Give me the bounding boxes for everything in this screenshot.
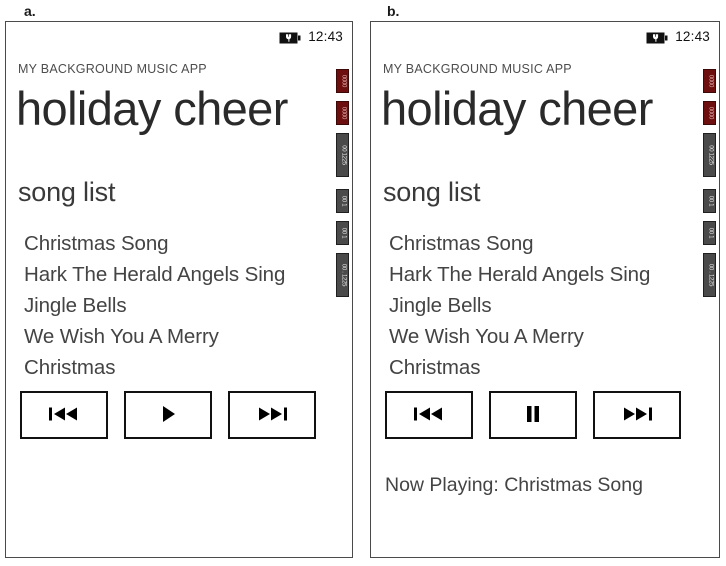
panel-label-b: b. [387, 3, 400, 19]
annotation-marker: 00 1 [703, 221, 716, 245]
annotation-marker: 00 . 1225 [336, 253, 349, 297]
next-track-button[interactable] [593, 391, 681, 439]
annotation-marker: 00 1 [336, 221, 349, 245]
page-title: holiday cheer [16, 82, 288, 135]
annotation-marker: 00 1 [336, 189, 349, 213]
list-item[interactable]: Hark The Herald Angels Sing [24, 259, 324, 290]
skip-previous-icon [412, 406, 446, 425]
list-item[interactable]: Jingle Bells [389, 290, 689, 321]
status-bar-clock: 12:43 [675, 29, 710, 45]
annotation-marker: 00 . 1225 [703, 253, 716, 297]
list-item[interactable]: We Wish You A Merry [389, 321, 689, 352]
list-item[interactable]: Christmas [24, 352, 324, 383]
next-track-button[interactable] [228, 391, 316, 439]
pause-button[interactable] [489, 391, 577, 439]
previous-track-button[interactable] [20, 391, 108, 439]
page-title: holiday cheer [381, 82, 653, 135]
annotation-marker: 00 1225 [336, 133, 349, 177]
skip-next-icon [255, 406, 289, 425]
battery-charging-icon [279, 31, 301, 44]
section-heading-song-list: song list [383, 177, 481, 207]
phone-panel-a: 12:43 MY BACKGROUND MUSIC APP holiday ch… [5, 21, 353, 558]
list-item[interactable]: We Wish You A Merry [24, 321, 324, 352]
play-icon [158, 405, 178, 426]
annotation-marker: 0000 [703, 69, 716, 93]
list-item[interactable]: Jingle Bells [24, 290, 324, 321]
annotation-marker: 0000 [336, 101, 349, 125]
annotation-marker: 00 1225 [703, 133, 716, 177]
app-title: MY BACKGROUND MUSIC APP [383, 62, 572, 76]
transport-controls [385, 391, 681, 439]
list-item[interactable]: Christmas [389, 352, 689, 383]
song-list: Christmas Song Hark The Herald Angels Si… [389, 228, 689, 383]
skip-next-icon [620, 406, 654, 425]
battery-charging-icon [646, 31, 668, 44]
figure-root: a. 12:43 MY BACKGROUND MUSIC APP holiday… [0, 0, 726, 566]
status-bar: 12:43 [279, 29, 343, 45]
phone-panel-b: 12:43 MY BACKGROUND MUSIC APP holiday ch… [370, 21, 720, 558]
annotation-marker: 0000 [703, 101, 716, 125]
pause-icon [523, 405, 543, 426]
song-list: Christmas Song Hark The Herald Angels Si… [24, 228, 324, 383]
list-item[interactable]: Hark The Herald Angels Sing [389, 259, 689, 290]
previous-track-button[interactable] [385, 391, 473, 439]
transport-controls [20, 391, 316, 439]
skip-previous-icon [47, 406, 81, 425]
list-item[interactable]: Christmas Song [24, 228, 324, 259]
section-heading-song-list: song list [18, 177, 116, 207]
now-playing-status: Now Playing: Christmas Song [385, 474, 643, 496]
annotation-marker: 00 1 [703, 189, 716, 213]
list-item[interactable]: Christmas Song [389, 228, 689, 259]
app-title: MY BACKGROUND MUSIC APP [18, 62, 207, 76]
status-bar: 12:43 [646, 29, 710, 45]
panel-label-a: a. [24, 3, 36, 19]
status-bar-clock: 12:43 [308, 29, 343, 45]
annotation-marker: 0000 [336, 69, 349, 93]
play-button[interactable] [124, 391, 212, 439]
